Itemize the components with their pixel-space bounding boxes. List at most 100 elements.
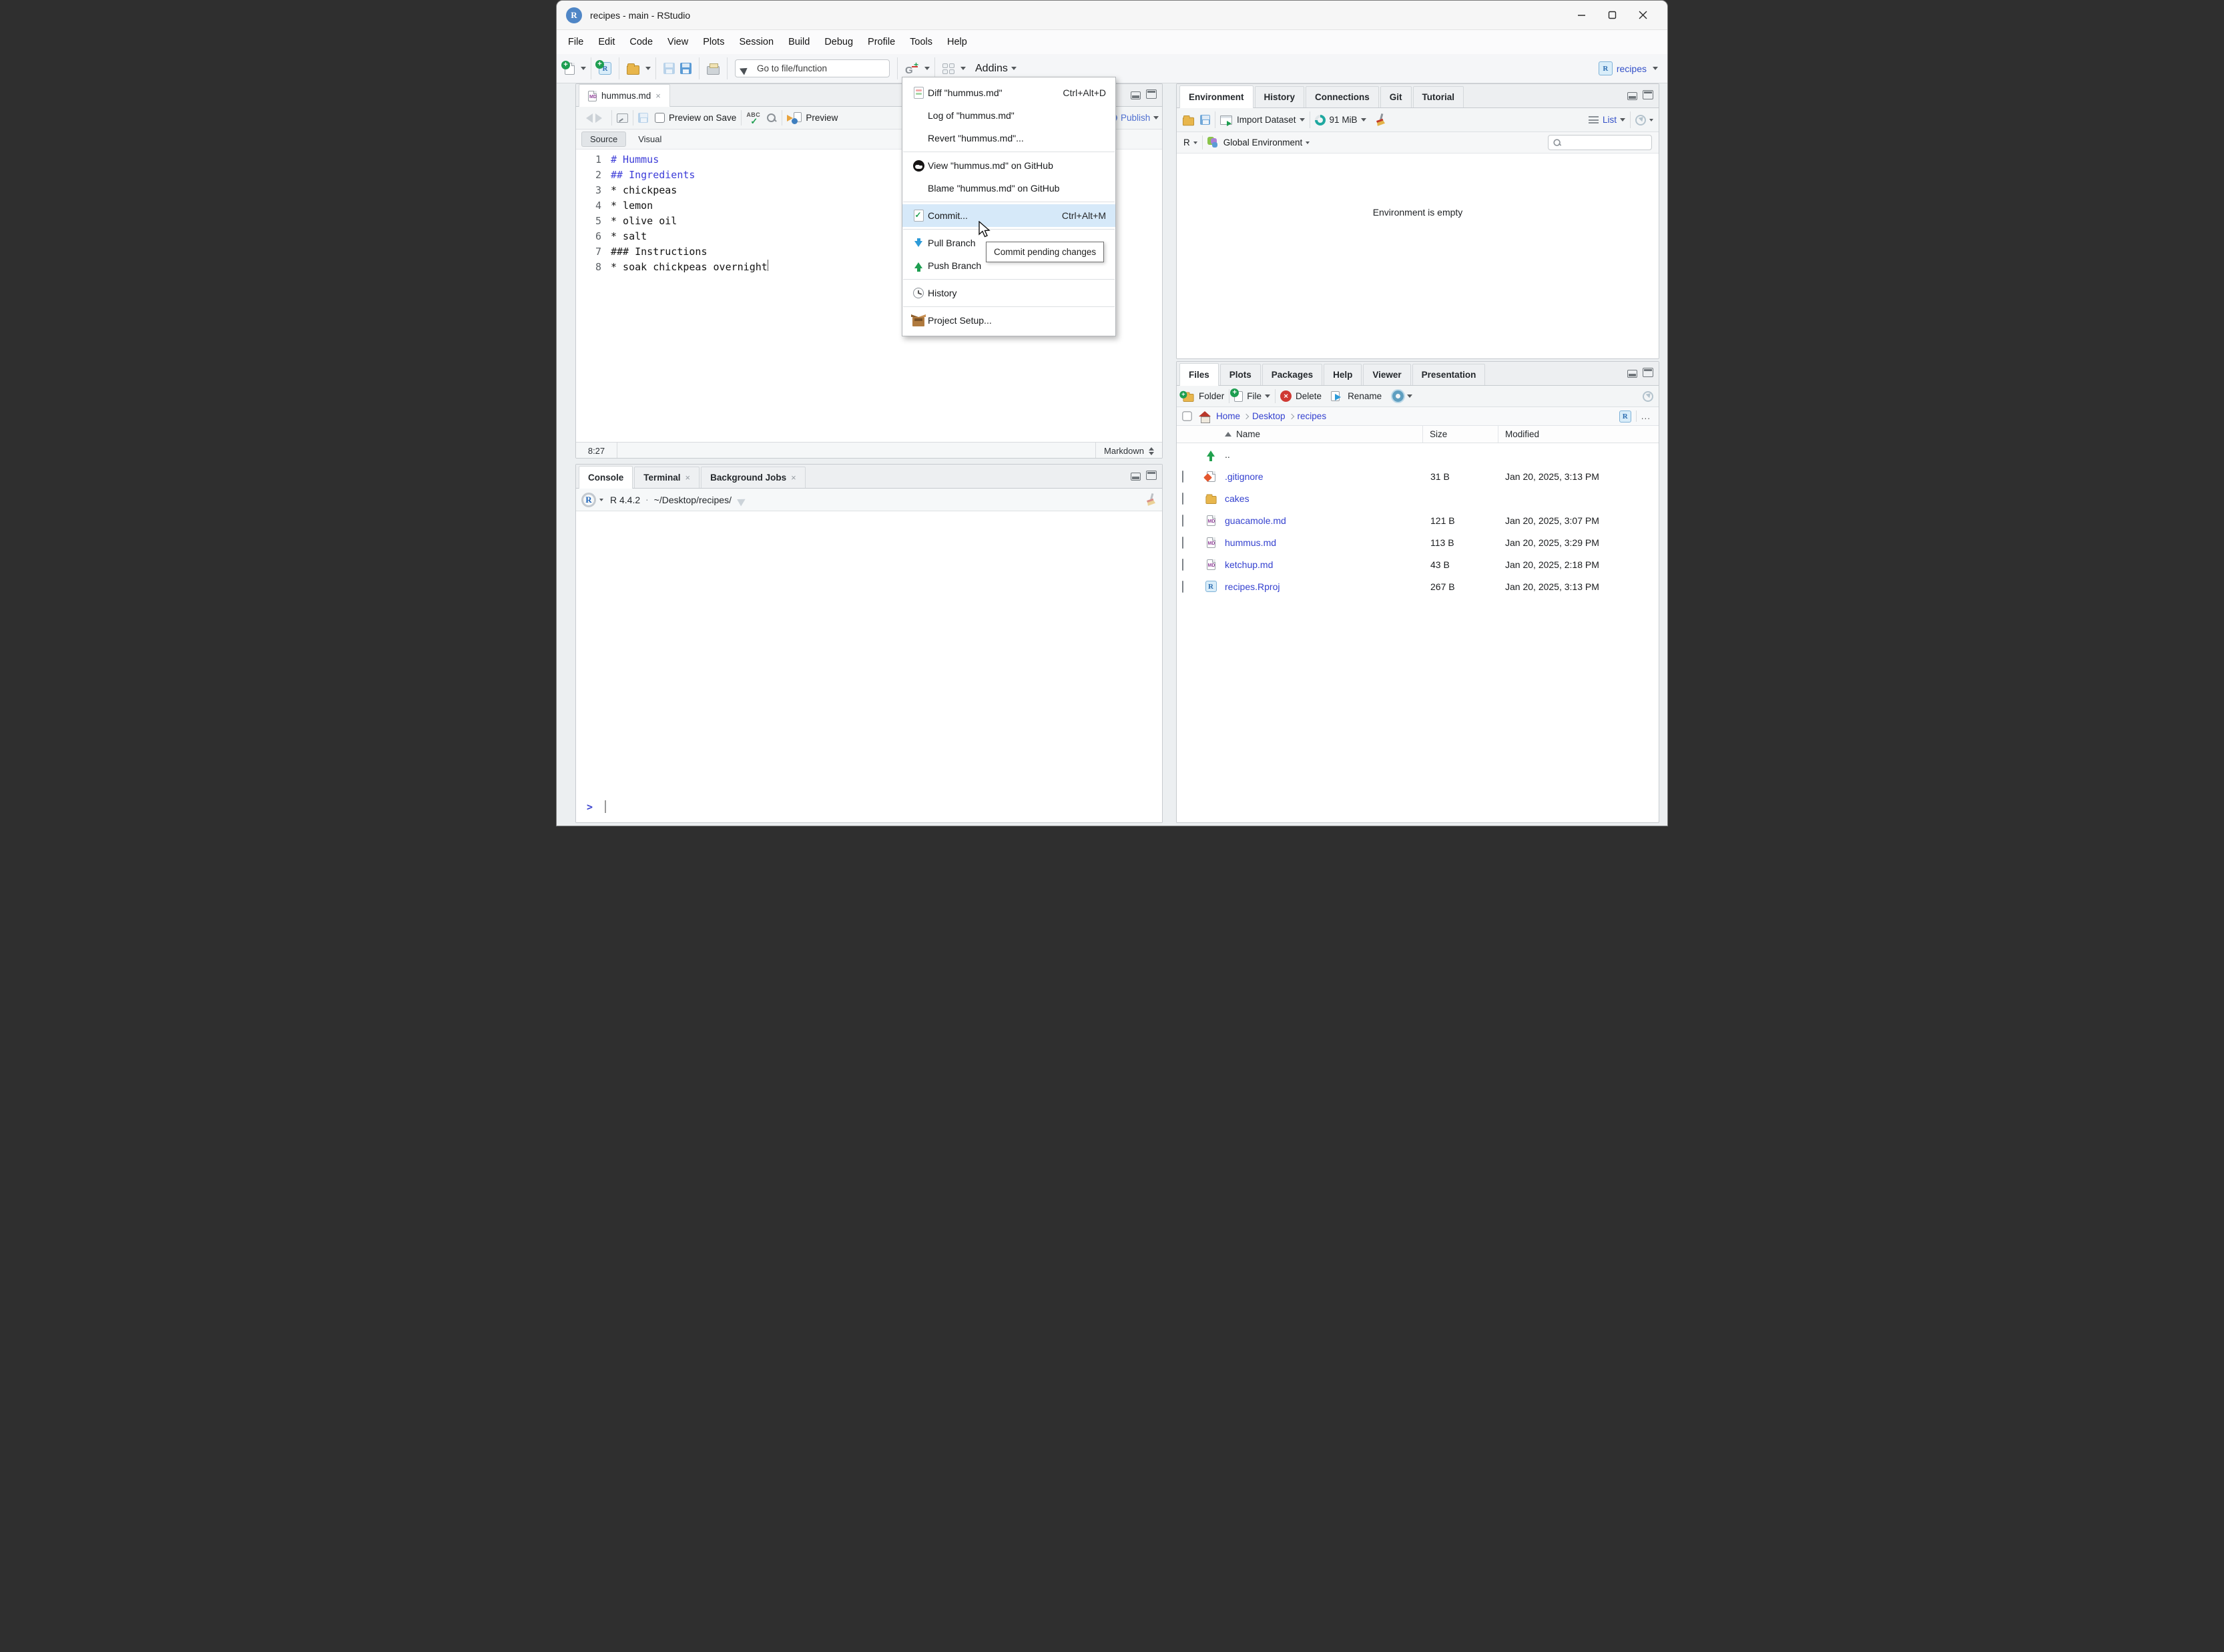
menu-item-view-on-github[interactable]: View "hummus.md" on GitHub (902, 154, 1115, 177)
menu-session[interactable]: Session (732, 33, 781, 51)
tab-tutorial[interactable]: Tutorial (1412, 86, 1464, 107)
menu-item-log[interactable]: Log of "hummus.md" (902, 104, 1115, 127)
list-view-button[interactable]: List (1603, 115, 1617, 125)
delete-file-button[interactable]: Delete (1296, 391, 1322, 401)
row-checkbox[interactable] (1182, 514, 1183, 527)
menu-item-project-setup[interactable]: Project Setup... (902, 309, 1115, 332)
new-blank-file-caret[interactable] (1265, 394, 1271, 398)
table-row[interactable]: .. (1177, 443, 1659, 465)
save-doc-icon[interactable] (638, 113, 648, 123)
save-button[interactable] (661, 61, 677, 76)
menu-tools[interactable]: Tools (902, 33, 940, 51)
file-name[interactable]: recipes.Rproj (1225, 581, 1280, 592)
file-name[interactable]: hummus.md (1225, 537, 1276, 548)
save-all-button[interactable] (677, 61, 694, 76)
tab-history[interactable]: History (1254, 86, 1305, 107)
menu-plots[interactable]: Plots (696, 33, 732, 51)
table-row[interactable]: MD ketchup.md 43 B Jan 20, 2025, 2:18 PM (1177, 553, 1659, 575)
new-blank-file-button[interactable]: File (1247, 391, 1262, 401)
select-all-checkbox[interactable] (1182, 411, 1192, 421)
environment-selector[interactable]: Global Environment (1223, 137, 1303, 148)
panes-layout-button[interactable] (940, 61, 957, 76)
environment-caret[interactable] (1306, 141, 1310, 144)
menu-build[interactable]: Build (781, 33, 817, 51)
more-file-commands-icon[interactable] (1392, 390, 1404, 402)
close-tab-icon[interactable]: × (791, 473, 796, 483)
refresh-files-icon[interactable] (1643, 390, 1653, 402)
row-checkbox[interactable] (1182, 536, 1183, 549)
tab-viewer[interactable]: Viewer (1363, 364, 1411, 385)
minimize-pane-icon[interactable] (1131, 91, 1141, 99)
list-view-caret[interactable] (1620, 118, 1625, 121)
breadcrumb-home[interactable]: Home (1216, 411, 1240, 421)
tab-console[interactable]: Console (579, 466, 633, 489)
new-file-button[interactable] (561, 60, 577, 77)
maximize-pane-icon[interactable] (1643, 90, 1653, 99)
breadcrumb-more-button[interactable]: ... (1641, 411, 1651, 421)
tab-background-jobs[interactable]: Background Jobs × (701, 467, 806, 488)
tab-environment[interactable]: Environment (1179, 85, 1254, 108)
print-button[interactable] (704, 61, 722, 77)
language-caret[interactable] (1193, 141, 1197, 144)
forward-icon[interactable] (595, 113, 607, 123)
column-header-modified[interactable]: Modified (1498, 429, 1659, 439)
import-dataset-button[interactable]: Import Dataset (1237, 115, 1296, 125)
menu-edit[interactable]: Edit (591, 33, 622, 51)
new-file-dropdown[interactable] (581, 67, 586, 70)
menu-debug[interactable]: Debug (817, 33, 860, 51)
close-button[interactable] (1627, 4, 1658, 27)
tab-plots[interactable]: Plots (1219, 364, 1261, 385)
preview-button[interactable]: Preview (806, 113, 838, 123)
working-directory[interactable]: ~/Desktop/recipes/ (654, 495, 732, 505)
r-version-dropdown[interactable] (599, 498, 603, 501)
tab-presentation[interactable]: Presentation (1412, 364, 1486, 385)
tab-close-icon[interactable]: × (655, 91, 661, 101)
maximize-button[interactable] (1597, 4, 1627, 27)
more-file-commands-caret[interactable] (1407, 394, 1413, 398)
memory-caret[interactable] (1360, 118, 1366, 121)
tab-source-mode[interactable]: Source (581, 131, 627, 147)
breadcrumb-recipes[interactable]: recipes (1298, 411, 1327, 421)
column-header-name[interactable]: Name (1222, 429, 1422, 439)
open-file-button[interactable] (624, 61, 642, 77)
menu-item-revert[interactable]: Revert "hummus.md"... (902, 127, 1115, 150)
minimize-button[interactable] (1566, 4, 1597, 27)
minimize-pane-icon[interactable] (1131, 473, 1141, 481)
minimize-pane-icon[interactable] (1627, 370, 1637, 378)
git-toolbar-button[interactable]: + G (902, 59, 921, 78)
table-row[interactable]: MD hummus.md 113 B Jan 20, 2025, 3:29 PM (1177, 531, 1659, 553)
rename-file-button[interactable]: Rename (1348, 391, 1382, 401)
clear-environment-icon[interactable] (1372, 112, 1388, 127)
breadcrumb-desktop[interactable]: Desktop (1252, 411, 1286, 421)
project-menu-button[interactable]: R recipes (1598, 61, 1662, 75)
row-checkbox[interactable] (1182, 558, 1183, 571)
language-selector[interactable]: R (1183, 137, 1190, 148)
memory-usage-label[interactable]: 91 MiB (1330, 115, 1358, 125)
refresh-caret[interactable] (1649, 118, 1653, 121)
find-replace-icon[interactable] (766, 113, 777, 123)
back-icon[interactable] (581, 113, 593, 123)
goto-directory-icon[interactable] (737, 493, 751, 506)
spellcheck-icon[interactable]: ABC ✓ (746, 111, 764, 126)
close-tab-icon[interactable]: × (685, 473, 691, 483)
tab-hummus-md[interactable]: MD hummus.md × (579, 84, 670, 107)
tab-help[interactable]: Help (1324, 364, 1362, 385)
table-row[interactable]: .gitignore 31 B Jan 20, 2025, 3:13 PM (1177, 465, 1659, 487)
preview-on-save-checkbox[interactable] (655, 113, 665, 123)
open-file-dropdown[interactable] (645, 67, 651, 70)
doc-type-selector[interactable]: Markdown (1095, 443, 1162, 458)
minimize-pane-icon[interactable] (1627, 92, 1637, 100)
maximize-pane-icon[interactable] (1146, 89, 1157, 99)
console-output[interactable]: > (576, 511, 1162, 822)
save-workspace-icon[interactable] (1200, 115, 1210, 125)
maximize-pane-icon[interactable] (1146, 471, 1157, 480)
menu-item-history[interactable]: History (902, 282, 1115, 304)
maximize-pane-icon[interactable] (1643, 368, 1653, 377)
tab-visual-mode[interactable]: Visual (630, 132, 669, 146)
menu-item-commit[interactable]: Commit... Ctrl+Alt+M (902, 204, 1115, 227)
clear-console-icon[interactable] (1143, 492, 1158, 507)
environment-search-input[interactable] (1548, 135, 1652, 150)
menu-view[interactable]: View (660, 33, 696, 51)
menu-file[interactable]: File (561, 33, 591, 51)
goto-file-function-input[interactable]: Go to file/function (735, 59, 890, 77)
